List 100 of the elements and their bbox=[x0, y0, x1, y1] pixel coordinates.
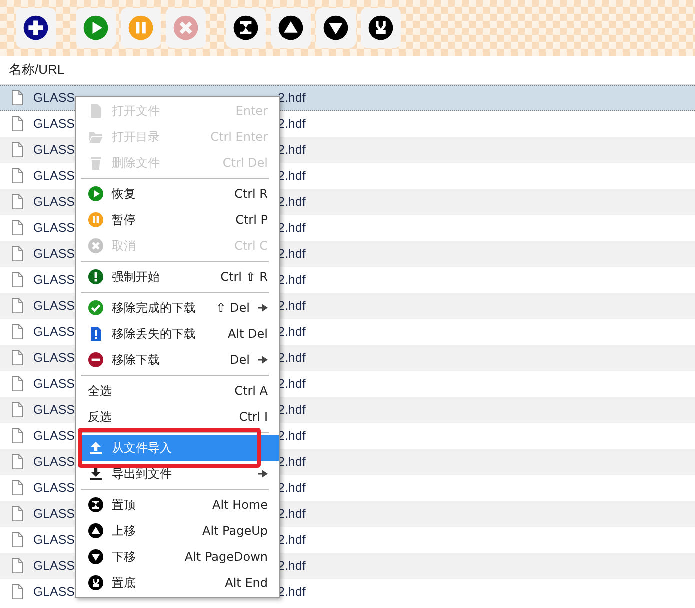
play-icon bbox=[83, 15, 109, 41]
shortcut-label: Ctrl ⇧ R bbox=[220, 270, 268, 284]
menu-label: 全选 bbox=[88, 382, 113, 400]
table-cell[interactable]: GLASS bbox=[0, 397, 75, 423]
menu-item[interactable]: 导出到文件 bbox=[76, 461, 279, 487]
play-button[interactable] bbox=[76, 8, 116, 48]
table-cell[interactable]: GLASS bbox=[0, 579, 75, 605]
table-cell[interactable]: GLASS bbox=[0, 137, 75, 163]
play-icon bbox=[88, 186, 104, 202]
table-cell[interactable]: GLASS bbox=[0, 189, 75, 215]
shortcut-label: Ctrl C bbox=[234, 239, 268, 253]
table-cell[interactable]: GLASS bbox=[0, 85, 75, 111]
upload-icon bbox=[88, 440, 104, 456]
file-icon bbox=[12, 246, 24, 262]
table-cell[interactable]: GLASS bbox=[0, 371, 75, 397]
menu-item[interactable]: 置顶 Alt Home bbox=[76, 492, 279, 518]
table-cell[interactable]: GLASS bbox=[0, 501, 75, 527]
menu-label: 上移 bbox=[112, 522, 137, 540]
menu-label: 反选 bbox=[88, 408, 113, 426]
missing-file-icon bbox=[88, 326, 104, 342]
shortcut-label: Alt Home bbox=[212, 498, 268, 512]
file-icon bbox=[12, 220, 24, 236]
file-name: GLASS bbox=[33, 455, 75, 469]
file-icon bbox=[12, 298, 24, 314]
menu-item[interactable]: 移除下载 Del bbox=[76, 347, 279, 373]
menu-item[interactable]: 强制开始 Ctrl ⇧ R bbox=[76, 264, 279, 290]
table-cell[interactable]: GLASS bbox=[0, 293, 75, 319]
menu-label: 导出到文件 bbox=[112, 466, 173, 482]
table-cell[interactable]: GLASS bbox=[0, 163, 75, 189]
shortcut-label: Ctrl A bbox=[234, 384, 268, 398]
table-cell[interactable]: GLASS bbox=[0, 449, 75, 475]
shortcut-label: Ctrl R bbox=[234, 187, 268, 201]
trash-icon bbox=[88, 155, 104, 171]
file-name: GLASS bbox=[33, 325, 75, 339]
down-triangle-button[interactable] bbox=[316, 8, 356, 48]
table-cell[interactable]: GLASS bbox=[0, 241, 75, 267]
shortcut-label: Alt PageDown bbox=[184, 550, 268, 564]
table-cell[interactable]: GLASS bbox=[0, 475, 75, 501]
plus-button[interactable] bbox=[16, 8, 56, 48]
file-name: GLASS bbox=[33, 299, 75, 313]
shortcut-label: Alt PageUp bbox=[202, 524, 268, 538]
menu-item[interactable]: 恢复 Ctrl R bbox=[76, 181, 279, 207]
remove-icon bbox=[88, 352, 104, 368]
shortcut-label: Ctrl Del bbox=[222, 156, 268, 170]
cancel-icon bbox=[173, 15, 199, 41]
menu-item[interactable]: 移除丢失的下载 Alt Del bbox=[76, 321, 279, 347]
menu-item[interactable]: 移除完成的下载 ⇧ Del bbox=[76, 295, 279, 321]
menu-item[interactable]: 全选 Ctrl A bbox=[76, 378, 279, 404]
shortcut-label: Enter bbox=[236, 104, 268, 118]
column-header[interactable]: 名称/URL bbox=[9, 61, 65, 79]
file-name: GLASS bbox=[33, 533, 75, 547]
table-cell[interactable]: GLASS bbox=[0, 345, 75, 371]
move-top-button[interactable] bbox=[226, 8, 266, 48]
file-icon bbox=[12, 116, 24, 132]
file-name: GLASS bbox=[33, 117, 75, 131]
menu-item[interactable]: 置底 Alt End bbox=[76, 570, 279, 596]
file-name: GLASS bbox=[33, 403, 75, 417]
shortcut-label: Del bbox=[230, 353, 250, 367]
table-cell[interactable]: GLASS bbox=[0, 111, 75, 137]
move-bottom-icon bbox=[368, 15, 394, 41]
move-bottom-button[interactable] bbox=[361, 8, 401, 48]
menu-label: 下移 bbox=[112, 548, 137, 566]
file-name: GLASS bbox=[33, 273, 75, 287]
table-cell[interactable]: 2.hdf bbox=[278, 85, 695, 111]
file-name: GLASS bbox=[33, 481, 75, 495]
file-name: GLASS bbox=[33, 351, 75, 365]
menu-label: 置底 bbox=[112, 574, 137, 592]
menu-label: 置顶 bbox=[112, 496, 137, 514]
menu-label: 移除完成的下载 bbox=[112, 300, 197, 316]
menu-item[interactable]: 暂停 Ctrl P bbox=[76, 207, 279, 233]
file-name: GLASS bbox=[33, 507, 75, 521]
file-icon bbox=[12, 350, 24, 366]
table-cell[interactable]: GLASS bbox=[0, 527, 75, 553]
file-icon bbox=[12, 480, 24, 496]
menu-item[interactable]: 下移 Alt PageDown bbox=[76, 544, 279, 570]
file-icon bbox=[12, 532, 24, 548]
file-icon bbox=[12, 506, 24, 522]
file-name: GLASS bbox=[33, 91, 75, 105]
table-cell[interactable]: GLASS bbox=[0, 267, 75, 293]
file-icon bbox=[12, 194, 24, 210]
menu-label: 取消 bbox=[112, 238, 137, 254]
table-cell[interactable]: GLASS bbox=[0, 553, 75, 579]
pause-icon bbox=[128, 15, 154, 41]
file-name: GLASS bbox=[33, 429, 75, 443]
menu-label: 强制开始 bbox=[112, 268, 161, 286]
shortcut-label: Alt Del bbox=[228, 327, 268, 341]
menu-label: 恢复 bbox=[112, 186, 137, 202]
up-triangle-button[interactable] bbox=[271, 8, 311, 48]
shortcut-label: Alt End bbox=[225, 576, 268, 590]
table-cell[interactable]: GLASS bbox=[0, 215, 75, 241]
file-name: GLASS bbox=[33, 585, 75, 599]
file-name: GLASS bbox=[33, 221, 75, 235]
file-icon bbox=[12, 376, 24, 392]
table-cell[interactable]: GLASS bbox=[0, 423, 75, 449]
file-name: 2.hdf bbox=[278, 91, 306, 105]
menu-item[interactable]: 反选 Ctrl I bbox=[76, 404, 279, 430]
menu-item[interactable]: 上移 Alt PageUp bbox=[76, 518, 279, 544]
table-cell[interactable]: GLASS bbox=[0, 319, 75, 345]
file-icon bbox=[12, 454, 24, 470]
exclamation-icon bbox=[88, 269, 104, 285]
